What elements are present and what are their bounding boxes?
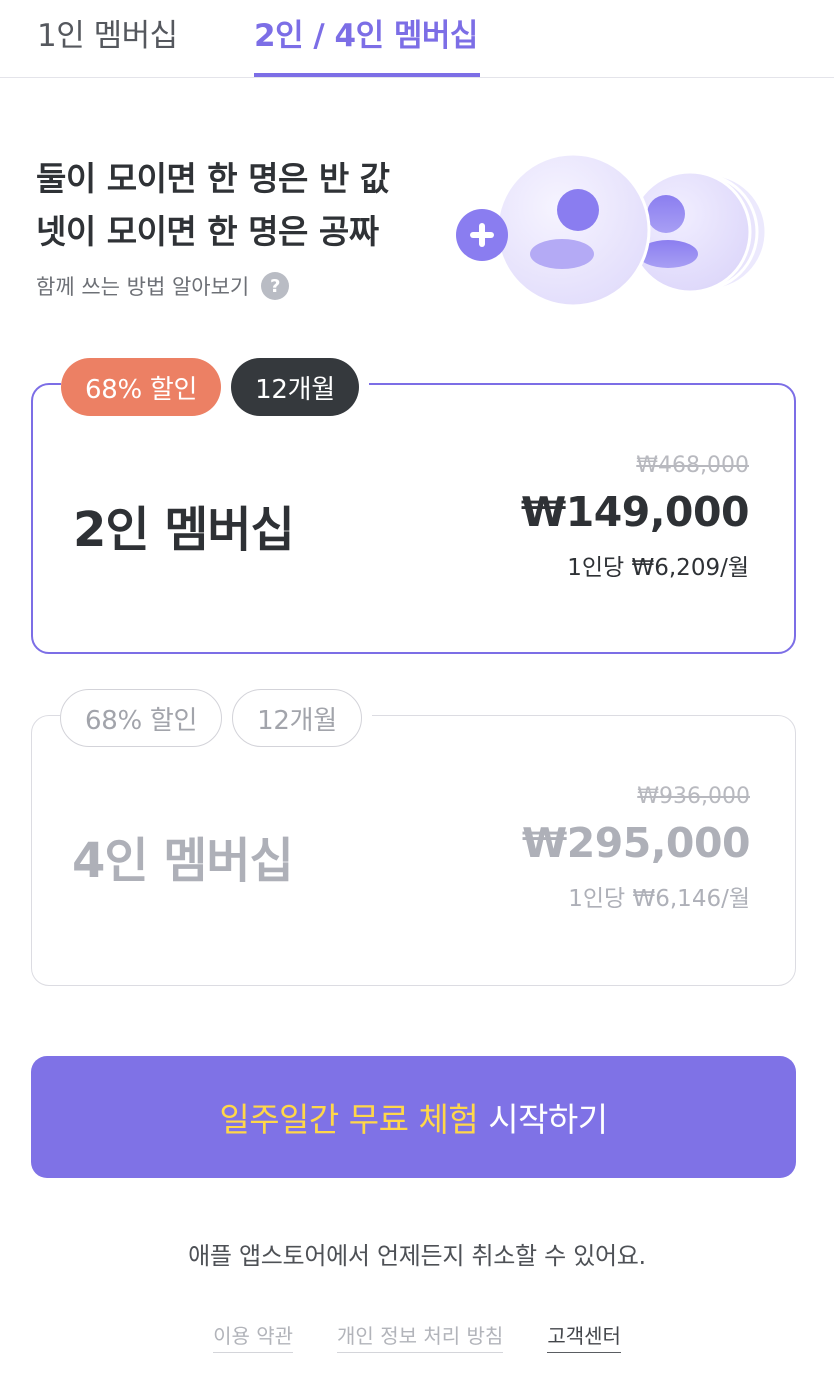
- original-price: ₩936,000: [637, 784, 750, 809]
- front-member-icon: [495, 152, 651, 308]
- per-person-price: 1인당 ₩6,209/월: [567, 555, 749, 581]
- plan-name: 2인 멤버십: [73, 502, 295, 558]
- cta-highlight-text: 일주일간 무료 체험: [219, 1100, 479, 1139]
- membership-tabs: 1인 멤버십 2인 / 4인 멤버십: [0, 0, 834, 78]
- plan-name: 4인 멤버십: [72, 833, 294, 889]
- help-icon[interactable]: ?: [261, 272, 290, 300]
- tab-single-membership[interactable]: 1인 멤버십: [37, 10, 178, 55]
- sale-price: ₩295,000: [522, 819, 750, 867]
- period-badge: 12개월: [231, 358, 359, 416]
- price-block: ₩468,000 ₩149,000 1인당 ₩6,209/월: [521, 453, 749, 582]
- active-tab-indicator: [254, 73, 480, 77]
- period-badge: 12개월: [232, 689, 362, 747]
- customer-support-link[interactable]: 고객센터: [547, 1320, 621, 1353]
- tab-group-membership[interactable]: 2인 / 4인 멤버십: [254, 10, 478, 55]
- how-to-use-label: 함께 쓰는 방법 알아보기: [36, 275, 250, 299]
- plan-badges: 68% 할인 12개월: [61, 358, 369, 416]
- hero-line-2: 넷이 모이면 한 명은 공짜: [36, 212, 379, 251]
- discount-badge: 68% 할인: [60, 689, 223, 747]
- hero-line-1: 둘이 모이면 한 명은 반 값: [36, 159, 390, 198]
- plan-card-4-person[interactable]: 68% 할인 12개월 4인 멤버십 ₩936,000 ₩295,000 1인당…: [31, 689, 796, 986]
- terms-link[interactable]: 이용 약관: [213, 1320, 294, 1353]
- membership-page: 1인 멤버십 2인 / 4인 멤버십 둘이 모이면 한 명은 반 값 넷이 모이…: [0, 0, 834, 1374]
- per-person-price: 1인당 ₩6,146/월: [568, 886, 750, 912]
- hero-title: 둘이 모이면 한 명은 반 값 넷이 모이면 한 명은 공짜: [36, 152, 390, 258]
- sale-price: ₩149,000: [521, 488, 749, 536]
- discount-badge: 68% 할인: [61, 358, 222, 416]
- cancel-note: 애플 앱스토어에서 언제든지 취소할 수 있어요.: [188, 1242, 646, 1270]
- how-to-use-link[interactable]: 함께 쓰는 방법 알아보기 ?: [36, 271, 290, 301]
- plus-icon: [456, 209, 508, 261]
- members-illustration: [456, 152, 768, 308]
- cta-rest-text: 시작하기: [488, 1100, 608, 1139]
- original-price: ₩468,000: [636, 453, 749, 478]
- price-block: ₩936,000 ₩295,000 1인당 ₩6,146/월: [522, 784, 750, 913]
- plan-badges: 68% 할인 12개월: [60, 689, 372, 747]
- privacy-policy-link[interactable]: 개인 정보 처리 방침: [337, 1320, 504, 1353]
- start-free-trial-button[interactable]: 일주일간 무료 체험 시작하기: [31, 1056, 796, 1178]
- footer-links: 이용 약관 개인 정보 처리 방침 고객센터: [0, 1320, 834, 1353]
- plan-card-2-person[interactable]: 68% 할인 12개월 2인 멤버십 ₩468,000 ₩149,000 1인당…: [31, 358, 796, 654]
